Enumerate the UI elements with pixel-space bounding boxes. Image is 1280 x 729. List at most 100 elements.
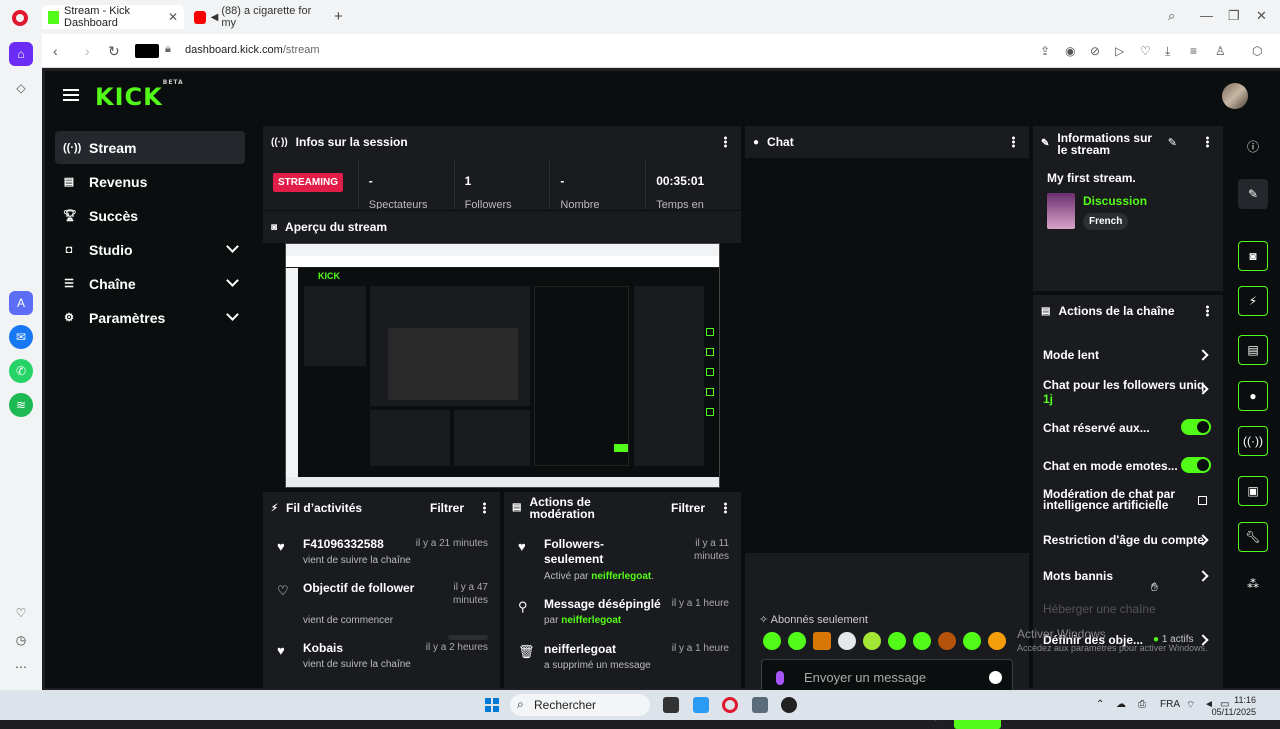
bolt-icon[interactable]: ⚡︎ bbox=[1238, 286, 1268, 316]
preview-taskbar bbox=[286, 477, 719, 487]
action-emote-mode[interactable]: Chat en mode emotes... bbox=[1043, 457, 1211, 473]
info-icon[interactable]: ⓘ bbox=[1238, 131, 1268, 161]
action-banned-words[interactable]: Mots bannis bbox=[1043, 569, 1211, 583]
emote-icon[interactable] bbox=[913, 632, 931, 650]
download-icon[interactable]: ⤓ bbox=[1165, 44, 1170, 59]
chevron-right-icon bbox=[1197, 349, 1209, 361]
tray-icon[interactable]: ⎙ bbox=[1138, 699, 1146, 710]
new-tab-button[interactable]: + bbox=[334, 8, 343, 25]
aria-icon[interactable]: A bbox=[9, 291, 33, 315]
more-options-icon[interactable] bbox=[1012, 136, 1015, 148]
nav-item-succes[interactable]: 🏆︎ Succès bbox=[55, 199, 245, 232]
wifi-icon[interactable]: ⌔ bbox=[1186, 699, 1195, 712]
emote-icon[interactable] bbox=[863, 632, 881, 650]
back-icon[interactable]: ‹ bbox=[53, 43, 58, 59]
home-icon[interactable]: ⌂ bbox=[9, 42, 33, 66]
emote-icon[interactable] bbox=[888, 632, 906, 650]
toggle-switch[interactable] bbox=[1181, 419, 1211, 435]
close-icon[interactable]: ✕ bbox=[168, 10, 178, 24]
whatsapp-icon[interactable]: ✆ bbox=[9, 359, 33, 383]
share-nodes-icon[interactable]: ⁂ bbox=[1238, 569, 1268, 599]
action-reserved-chat[interactable]: Chat réservé aux... bbox=[1043, 419, 1211, 435]
tray-icon[interactable]: ☁ bbox=[1116, 699, 1126, 710]
emote-icon[interactable] bbox=[988, 632, 1006, 650]
document-icon[interactable]: ▤ bbox=[1238, 335, 1268, 365]
hamburger-menu-icon[interactable] bbox=[63, 89, 79, 101]
emote-icon[interactable] bbox=[938, 632, 956, 650]
nav-item-stream[interactable]: ((·)) Stream bbox=[55, 131, 245, 164]
adblock-icon[interactable]: ⊘ bbox=[1090, 44, 1100, 58]
tab-youtube[interactable]: ◀ (88) a cigarette for my bbox=[188, 5, 324, 29]
avatar[interactable] bbox=[1222, 83, 1248, 109]
share-icon[interactable]: ⇪ bbox=[1040, 44, 1050, 58]
emote-icon[interactable] bbox=[963, 632, 981, 650]
camera-icon[interactable]: ◙ bbox=[1238, 241, 1268, 271]
history-icon[interactable]: ◷ bbox=[9, 628, 33, 652]
close-window-icon[interactable]: ✕ bbox=[1256, 8, 1267, 24]
pin-icon[interactable]: ◇ bbox=[9, 76, 33, 100]
category-name[interactable]: Discussion bbox=[1083, 194, 1147, 208]
clock[interactable]: 11:16 05/11/2025 bbox=[1212, 694, 1256, 718]
url-field[interactable]: dashboard.kick.com/stream bbox=[185, 44, 320, 56]
obs-icon[interactable] bbox=[781, 697, 797, 713]
chat-bubble-icon: ● bbox=[753, 136, 760, 148]
edit-icon[interactable]: ✎ bbox=[1238, 179, 1268, 209]
gear-icon: ⚙ bbox=[64, 312, 74, 324]
filter-button[interactable]: Filtrer bbox=[671, 501, 705, 515]
menu-icon[interactable]: ≡ bbox=[1190, 44, 1197, 58]
emote-icon[interactable] bbox=[763, 632, 781, 650]
camera-icon[interactable]: ◉ bbox=[1065, 44, 1075, 58]
search-tabs-icon[interactable]: ⌕ bbox=[1168, 8, 1175, 24]
more-options-icon[interactable] bbox=[1206, 305, 1209, 317]
windows-start-icon[interactable] bbox=[485, 698, 499, 712]
opera-logo-icon[interactable] bbox=[12, 10, 28, 26]
more-icon[interactable]: ⋯ bbox=[9, 655, 33, 679]
spotify-icon[interactable]: ≋ bbox=[9, 393, 33, 417]
wrench-icon[interactable]: 🔧︎ bbox=[1238, 522, 1268, 552]
forward-icon[interactable]: › bbox=[85, 43, 90, 59]
nav-item-parametres[interactable]: ⚙ Paramètres bbox=[55, 301, 245, 334]
reload-icon[interactable]: ↻ bbox=[108, 43, 120, 60]
profile-icon[interactable]: ♙ bbox=[1215, 44, 1226, 58]
broadcast-icon[interactable]: ((·)) bbox=[1238, 426, 1268, 456]
emoji-icon[interactable] bbox=[989, 671, 1002, 684]
action-ai-moderation[interactable]: Modération de chat par intelligence arti… bbox=[1043, 488, 1193, 511]
settings-taskbar-icon[interactable] bbox=[752, 697, 768, 713]
nav-item-chaine[interactable]: ☰ Chaîne bbox=[55, 267, 245, 300]
video-icon[interactable]: ▣ bbox=[1238, 476, 1268, 506]
toggle-switch[interactable] bbox=[1181, 457, 1211, 473]
emote-icon[interactable] bbox=[838, 632, 856, 650]
more-options-icon[interactable] bbox=[1206, 136, 1209, 148]
tab-kick-dashboard[interactable]: Stream - Kick Dashboard ✕ bbox=[42, 5, 184, 29]
more-options-icon[interactable] bbox=[724, 136, 727, 148]
play-icon[interactable]: ▷ bbox=[1115, 44, 1124, 58]
action-followers-only[interactable]: Chat pour les followers uniquement1j bbox=[1043, 378, 1211, 406]
stream-preview[interactable]: KICK bbox=[285, 243, 720, 488]
filter-button[interactable]: Filtrer bbox=[430, 501, 464, 515]
emote-icon[interactable] bbox=[813, 632, 831, 650]
kick-logo[interactable]: KICKBETA bbox=[95, 79, 184, 111]
action-age-restriction[interactable]: Restriction d'âge du compte bbox=[1043, 533, 1211, 547]
emote-icon[interactable] bbox=[788, 632, 806, 650]
heart-outline-icon[interactable]: ♡ bbox=[9, 601, 33, 625]
action-mode-lent[interactable]: Mode lent bbox=[1043, 348, 1211, 362]
taskbar-search[interactable]: ⌕ Rechercher bbox=[510, 694, 650, 716]
tray-chevron-icon[interactable]: ⌃ bbox=[1096, 699, 1104, 710]
more-options-icon[interactable] bbox=[483, 502, 486, 514]
nav-item-revenus[interactable]: ▤ Revenus bbox=[55, 165, 245, 198]
restore-icon[interactable]: ❐ bbox=[1228, 8, 1240, 24]
more-options-icon[interactable] bbox=[724, 502, 727, 514]
microphone-icon[interactable] bbox=[776, 671, 784, 685]
task-view-icon[interactable] bbox=[663, 697, 679, 713]
minimize-icon[interactable]: — bbox=[1200, 8, 1213, 23]
external-link-icon[interactable] bbox=[1198, 496, 1207, 505]
opera-taskbar-icon[interactable] bbox=[722, 697, 738, 713]
nav-item-studio[interactable]: ◘ Studio bbox=[55, 233, 245, 266]
file-explorer-icon[interactable] bbox=[693, 697, 709, 713]
messenger-icon[interactable]: ✉ bbox=[9, 325, 33, 349]
language-indicator[interactable]: FRA bbox=[1160, 699, 1180, 710]
extensions-icon[interactable]: ⬡ bbox=[1252, 44, 1262, 58]
edit-icon[interactable]: ✎ bbox=[1168, 136, 1177, 149]
chat-bubble-icon[interactable]: ● bbox=[1238, 381, 1268, 411]
heart-icon[interactable]: ♡ bbox=[1140, 44, 1151, 58]
